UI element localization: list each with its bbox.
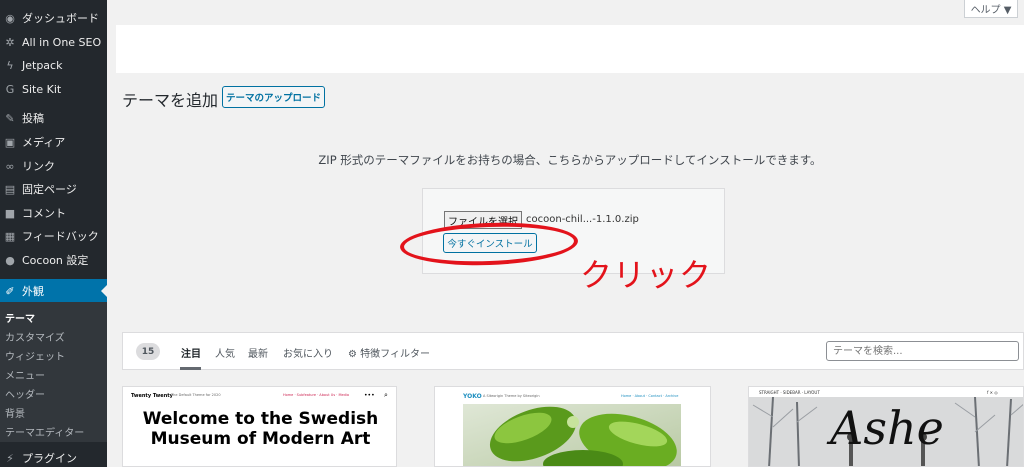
submenu-item-header[interactable]: ヘッダー — [5, 386, 45, 401]
selected-file-name: cocoon-chil...-1.1.0.zip — [526, 214, 639, 225]
appearance-submenu: テーマ カスタマイズ ウィジェット メニュー ヘッダー 背景 テーマエディター — [0, 302, 107, 442]
media-icon: ▣ — [4, 135, 16, 149]
theme-tagline: The Default Theme for 2020 — [171, 393, 221, 397]
upload-theme-button[interactable]: テーマのアップロード — [222, 86, 325, 108]
sidebar-item-media[interactable]: ▣ メディア — [0, 130, 107, 154]
submenu-item-customize[interactable]: カスタマイズ — [5, 329, 65, 344]
sidebar-item-sitekit[interactable]: G Site Kit — [0, 77, 107, 101]
sidebar-item-label: コメント — [22, 207, 66, 220]
tab-favorites[interactable]: お気に入り — [283, 345, 333, 360]
theme-headline: Welcome to the Swedish Museum of Modern … — [142, 409, 379, 449]
page-icon: ▤ — [4, 182, 16, 196]
sidebar-item-label: フィードバック — [22, 230, 99, 243]
theme-card-ashe[interactable]: STRAIGHT · SIDEBAR · LAYOUT f ✕ ◎ Ashe — [748, 386, 1024, 467]
theme-count-badge: 15 — [136, 343, 160, 360]
feature-filter-button[interactable]: ⚙ 特徴フィルター — [348, 345, 430, 360]
sidebar-item-links[interactable]: ∞ リンク — [0, 154, 107, 178]
sidebar-item-label: メディア — [22, 136, 66, 149]
gear-icon: ⚙ — [348, 349, 357, 360]
brush-icon: ✐ — [5, 284, 15, 298]
sidebar-item-cocoon[interactable]: ● Cocoon 設定 — [0, 248, 107, 272]
sidebar-item-appearance[interactable]: ✐ 外観 — [0, 279, 107, 303]
sidebar-item-posts[interactable]: ✎ 投稿 — [0, 106, 107, 130]
sidebar-item-jetpack[interactable]: ϟ Jetpack — [0, 53, 107, 77]
sidebar-item-label: リンク — [22, 160, 55, 173]
submenu-item-background[interactable]: 背景 — [5, 405, 25, 420]
feature-filter-label: 特徴フィルター — [360, 349, 430, 360]
sidebar-item-label: 投稿 — [22, 112, 44, 125]
sidebar-item-label: プラグイン — [22, 452, 77, 465]
sidebar-item-plugins[interactable]: ⚡ プラグイン — [0, 446, 107, 467]
pin-icon: ✎ — [5, 111, 15, 125]
social-icons: f ✕ ◎ — [987, 390, 998, 395]
sidebar-item-comments[interactable]: ■ コメント — [0, 201, 107, 225]
comment-icon: ■ — [4, 206, 16, 220]
admin-sidebar: ◉ ダッシュボード ✲ All in One SEO ϟ Jetpack G S… — [0, 0, 107, 467]
theme-site-name: Twenty Twenty — [131, 393, 173, 399]
submenu-item-menus[interactable]: メニュー — [5, 367, 45, 382]
help-button[interactable]: ヘルプ ▼ — [964, 0, 1018, 18]
theme-search-input[interactable] — [826, 341, 1019, 361]
sidebar-item-label: 外観 — [22, 285, 44, 298]
submenu-item-themes[interactable]: テーマ — [5, 310, 35, 325]
tab-featured[interactable]: 注目 — [181, 345, 201, 360]
page-title: テーマを追加 — [122, 91, 219, 110]
sidebar-item-pages[interactable]: ▤ 固定ページ — [0, 177, 107, 201]
dashboard-icon: ◉ — [5, 11, 15, 25]
sidebar-item-aioseo[interactable]: ✲ All in One SEO — [0, 30, 107, 54]
theme-logo-title: Ashe — [830, 401, 944, 455]
active-arrow — [101, 285, 107, 297]
gear-icon: ✲ — [5, 35, 15, 49]
sidebar-item-dashboard[interactable]: ◉ ダッシュボード — [0, 6, 107, 30]
click-annotation: クリック — [580, 256, 713, 294]
theme-card-twentytwenty[interactable]: Twenty Twenty The Default Theme for 2020… — [122, 386, 397, 467]
submenu-item-widgets[interactable]: ウィジェット — [5, 348, 65, 363]
sidebar-item-label: ダッシュボード — [22, 12, 99, 25]
feedback-icon: ▦ — [4, 229, 16, 243]
cocoon-icon: ● — [5, 253, 15, 267]
upload-description: ZIP 形式のテーマファイルをお持ちの場合、こちらからアップロードしてインストー… — [318, 153, 822, 167]
theme-card-yoko[interactable]: YOKO A Siteorigin Theme by Siteorigin Ho… — [434, 386, 711, 467]
plugin-icon: ⚡ — [6, 451, 14, 465]
sidebar-item-label: Cocoon 設定 — [22, 254, 89, 267]
submenu-item-theme-editor[interactable]: テーマエディター — [5, 424, 84, 439]
theme-tagline: A Siteorigin Theme by Siteorigin — [483, 394, 540, 398]
tab-latest[interactable]: 最新 — [248, 345, 268, 360]
menu-dots-icon: ••• — [364, 392, 375, 399]
jetpack-icon: ϟ — [6, 58, 14, 72]
theme-top-nav: STRAIGHT · SIDEBAR · LAYOUT — [759, 390, 820, 395]
sidebar-item-label: Site Kit — [22, 82, 62, 96]
sidebar-item-feedback[interactable]: ▦ フィードバック — [0, 224, 107, 248]
search-icon: ⌕ — [384, 391, 388, 399]
tab-popular[interactable]: 人気 — [215, 345, 235, 360]
link-icon: ∞ — [5, 159, 15, 173]
theme-logo: YOKO — [463, 393, 482, 400]
notice-banner — [116, 25, 1024, 73]
active-tab-indicator — [180, 367, 201, 370]
sidebar-item-label: Jetpack — [22, 58, 63, 72]
theme-nav: Home · Subfeature · About Us · Media — [283, 393, 350, 397]
google-g-icon: G — [5, 82, 15, 96]
theme-nav: Home · About · Contact · Archive — [621, 394, 679, 398]
theme-preview-leaf-image — [463, 404, 681, 466]
sidebar-item-label: 固定ページ — [22, 183, 77, 196]
sidebar-item-label: All in One SEO — [22, 35, 102, 49]
